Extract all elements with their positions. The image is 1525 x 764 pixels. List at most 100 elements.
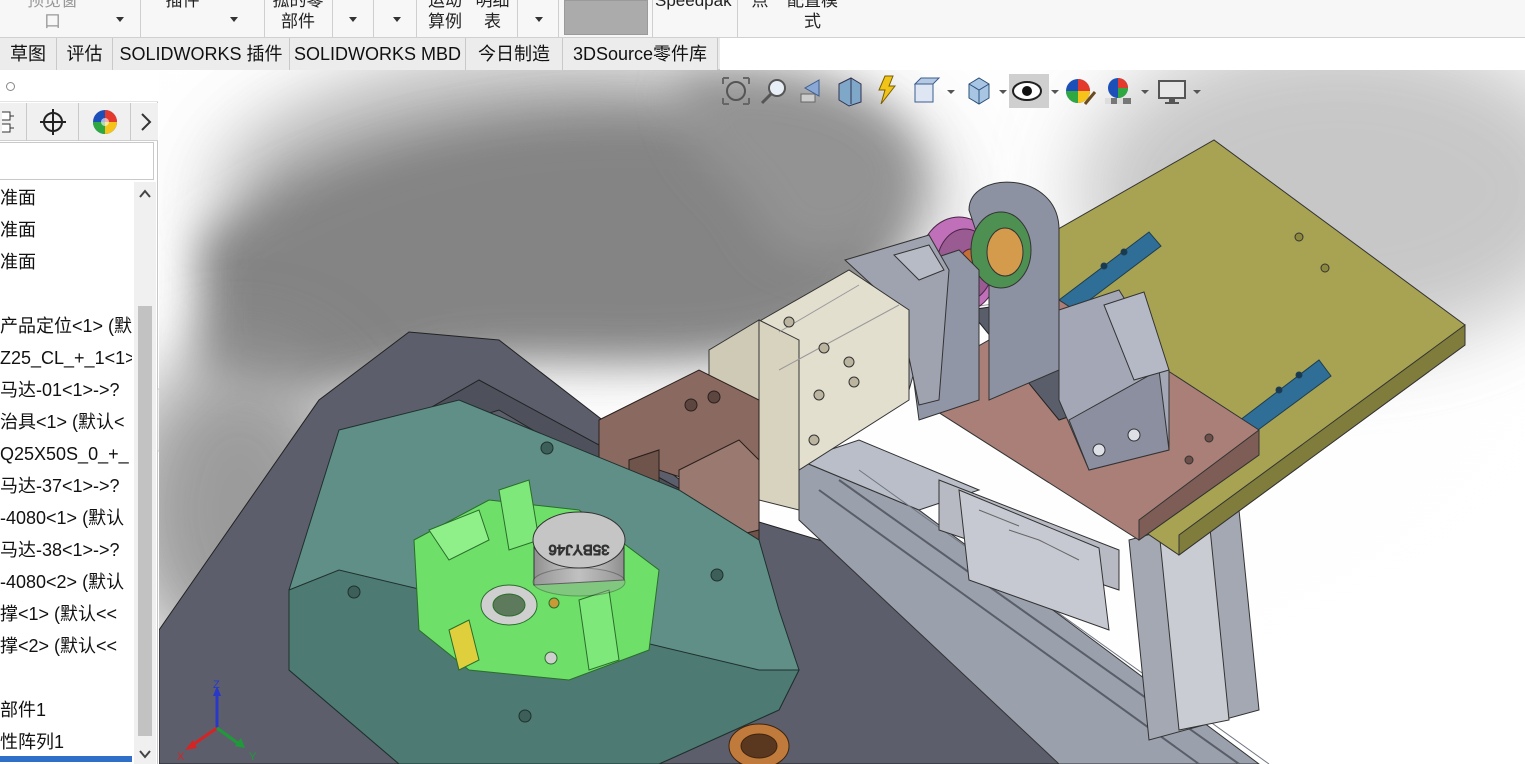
crosshair-icon — [39, 109, 66, 135]
scroll-thumb[interactable] — [138, 306, 152, 736]
chevron-down-icon[interactable] — [349, 17, 357, 22]
appearance-swatch-button[interactable] — [564, 0, 648, 35]
feature-tree: 准面 准面 准面 产品定位<1> (默 Z25_CL_+_1<1> 马达-01<… — [0, 182, 132, 764]
chevron-down-icon[interactable] — [1051, 90, 1059, 94]
motor-label: 35BYJ46 — [549, 541, 610, 558]
tree-item[interactable]: 马达-38<1>->? — [0, 534, 120, 566]
ribbon-label-line1: 运动 — [428, 0, 462, 10]
command-ribbon: 预览窗 口 插件 孤的零 部件 运动 算例 明细 表 Speedpak 点 配置… — [0, 0, 1525, 38]
tab-solidworks-addins[interactable]: SOLIDWORKS 插件 — [113, 38, 290, 70]
apply-scene-icon[interactable] — [1101, 74, 1135, 108]
bushing — [728, 723, 790, 764]
previous-view-icon[interactable] — [795, 74, 829, 108]
pin-icon[interactable] — [6, 82, 15, 91]
zoom-to-fit-icon[interactable] — [719, 74, 753, 108]
scroll-down-icon[interactable] — [139, 748, 151, 760]
tab-evaluate[interactable]: 评估 — [57, 38, 113, 70]
scroll-up-icon[interactable] — [139, 188, 151, 200]
hide-show-items-icon[interactable] — [1009, 74, 1049, 108]
ribbon-label-line1: 插件 — [165, 0, 200, 10]
y-axis — [216, 726, 240, 746]
ribbon-label-line1: 孤的零 — [272, 0, 324, 10]
motion-study-button[interactable]: 运动 算例 — [420, 0, 470, 37]
ribbon-separator — [373, 0, 374, 37]
tree-item[interactable]: -4080<2> (默认 — [0, 566, 124, 598]
graphics-area[interactable]: 35BYJ46 Z X Y — [159, 70, 1525, 764]
y-label: Y — [249, 751, 257, 763]
view-settings-icon[interactable] — [1155, 74, 1189, 108]
dynamic-annotation-icon[interactable] — [871, 74, 905, 108]
configuration-manager-tab[interactable] — [0, 103, 27, 141]
command-manager-tabs: 草图 评估 SOLIDWORKS 插件 SOLIDWORKS MBD 今日制造 … — [0, 38, 720, 70]
ribbon-label-line1: 点 — [751, 0, 769, 10]
tree-item[interactable]: Z25_CL_+_1<1> — [0, 342, 132, 374]
x-label: X — [177, 751, 185, 763]
panel-tabs-next[interactable] — [133, 103, 158, 141]
selection-highlight — [0, 756, 132, 762]
ribbon-separator — [264, 0, 265, 37]
tree-filter-input[interactable] — [0, 142, 154, 180]
tree-item[interactable]: 准面 — [0, 246, 36, 278]
tab-3dsource-library[interactable]: 3DSource零件库 — [563, 38, 718, 70]
addins-button[interactable]: 插件 — [145, 0, 220, 37]
isolated-parts-button[interactable]: 孤的零 部件 — [268, 0, 328, 37]
tree-item[interactable]: 撑<2> (默认<< — [0, 630, 117, 662]
panel-tabs — [0, 103, 158, 141]
config-mode-button[interactable]: 配置模 式 — [780, 0, 845, 37]
preview-window-button[interactable]: 预览窗 口 — [0, 0, 105, 37]
chevron-down-icon[interactable] — [1193, 90, 1201, 94]
chevron-down-icon[interactable] — [1141, 90, 1149, 94]
ribbon-label-line1: 配置模 — [787, 0, 838, 10]
ribbon-separator — [140, 0, 141, 37]
tree-item[interactable]: 马达-37<1>->? — [0, 470, 120, 502]
z-label: Z — [213, 680, 220, 691]
chevron-right-icon — [140, 113, 151, 131]
tree-item[interactable]: 产品定位<1> (默 — [0, 310, 132, 342]
assembly-model[interactable]: 35BYJ46 — [159, 70, 1525, 764]
tree-item[interactable]: 准面 — [0, 214, 36, 246]
ribbon-label-line2: 口 — [44, 12, 61, 31]
ribbon-separator — [652, 0, 653, 37]
view-orientation-icon[interactable] — [909, 74, 943, 108]
tree-scrollbar[interactable] — [134, 182, 156, 764]
tab-sketch[interactable]: 草图 — [0, 38, 57, 70]
stepper-motor: 35BYJ46 — [532, 511, 626, 597]
tree-item[interactable]: 马达-01<1>->? — [0, 374, 120, 406]
display-style-icon[interactable] — [961, 74, 995, 108]
zoom-to-area-icon[interactable] — [757, 74, 791, 108]
ribbon-label-line2: 部件 — [281, 12, 315, 31]
tree-icon — [2, 111, 14, 133]
chevron-down-icon[interactable] — [230, 17, 238, 22]
point-button[interactable]: 点 — [745, 0, 775, 37]
tree-item[interactable]: Q25X50S_0_+_ — [0, 438, 129, 470]
edit-appearance-icon[interactable] — [1063, 74, 1097, 108]
bom-button[interactable]: 明细 表 — [470, 0, 515, 37]
tree-item[interactable]: 准面 — [0, 182, 36, 214]
x-axis — [190, 726, 218, 748]
tree-item[interactable]: 治具<1> (默认< — [0, 406, 125, 438]
chevron-down-icon[interactable] — [999, 90, 1007, 94]
ribbon-separator — [737, 0, 738, 37]
speedpak-button[interactable]: Speedpak — [655, 0, 735, 37]
dimxpert-tab[interactable] — [27, 103, 79, 141]
chevron-down-icon[interactable] — [393, 17, 401, 22]
chevron-down-icon[interactable] — [947, 90, 955, 94]
chevron-down-icon[interactable] — [116, 17, 124, 22]
display-manager-tab[interactable] — [79, 103, 131, 141]
reference-triad: Z X Y — [177, 680, 257, 763]
ribbon-label-line2: 算例 — [428, 12, 462, 31]
ribbon-label-line2: 表 — [484, 12, 501, 31]
tree-item[interactable]: -4080<1> (默认 — [0, 502, 124, 534]
ribbon-separator — [332, 0, 333, 37]
ribbon-separator — [558, 0, 559, 37]
tab-solidworks-mbd[interactable]: SOLIDWORKS MBD — [290, 38, 466, 70]
panel-header — [0, 70, 158, 102]
tree-item[interactable]: 撑<1> (默认<< — [0, 598, 117, 630]
tree-item[interactable]: 性阵列1 — [0, 726, 64, 758]
section-view-icon[interactable] — [833, 74, 867, 108]
ribbon-label-line1: 明细 — [475, 0, 510, 10]
tree-item[interactable]: 部件1 — [0, 694, 46, 726]
ribbon-label-line2: 式 — [804, 12, 821, 31]
tab-today-manufacturing[interactable]: 今日制造 — [466, 38, 563, 70]
chevron-down-icon[interactable] — [535, 17, 543, 22]
